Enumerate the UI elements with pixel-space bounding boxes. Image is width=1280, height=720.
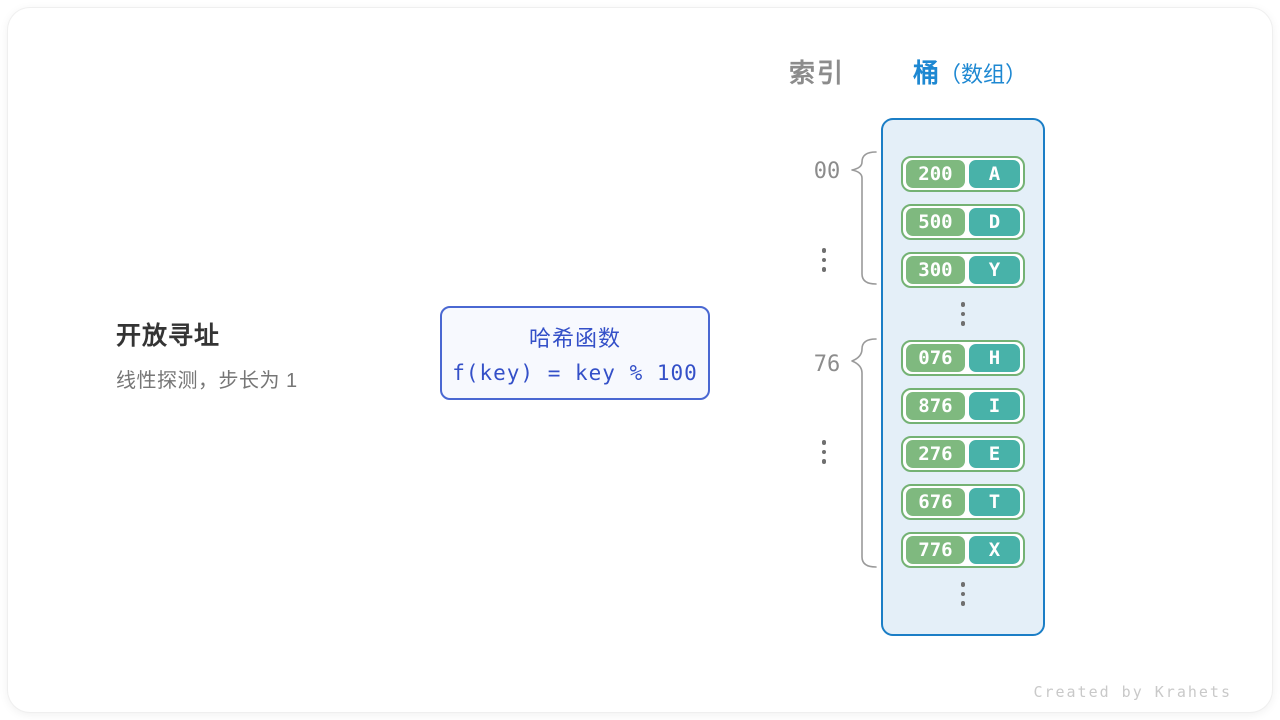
bucket-pair: 776 X xyxy=(901,532,1025,568)
bucket-pair: 876 I xyxy=(901,388,1025,424)
bucket-header-main: 桶 xyxy=(913,58,939,88)
watermark: Created by Krahets xyxy=(1033,683,1232,701)
bucket-array-container: 200 A 500 D 300 Y 076 H 876 I 276 E 676 … xyxy=(881,118,1045,636)
pair-key: 300 xyxy=(906,256,965,284)
bucket-pair: 676 T xyxy=(901,484,1025,520)
hash-function-box: 哈希函数 f(key) = key % 100 xyxy=(440,306,710,400)
bucket-pair: 200 A xyxy=(901,156,1025,192)
bucket-pair: 276 E xyxy=(901,436,1025,472)
bucket-ellipsis-2 xyxy=(961,580,966,608)
pair-key: 876 xyxy=(906,392,965,420)
bucket-ellipsis-1 xyxy=(961,300,966,328)
bucket-header-note: （数组） xyxy=(939,62,1027,87)
page-subtitle: 线性探测，步长为 1 xyxy=(116,364,298,393)
pair-value: X xyxy=(969,536,1020,564)
pair-key: 276 xyxy=(906,440,965,468)
pair-key: 500 xyxy=(906,208,965,236)
pair-key: 676 xyxy=(906,488,965,516)
pair-value: E xyxy=(969,440,1020,468)
pair-value: T xyxy=(969,488,1020,516)
index-label-76: 76 xyxy=(805,352,849,377)
pair-value: D xyxy=(969,208,1020,236)
pair-key: 076 xyxy=(906,344,965,372)
pair-value: H xyxy=(969,344,1020,372)
bucket-pair: 300 Y xyxy=(901,252,1025,288)
index-label-00: 00 xyxy=(805,159,849,184)
index-ellipsis-2 xyxy=(814,440,834,464)
index-ellipsis-1 xyxy=(814,248,834,272)
diagram-card: 开放寻址 线性探测，步长为 1 哈希函数 f(key) = key % 100 … xyxy=(8,8,1272,712)
page-title: 开放寻址 xyxy=(116,316,220,352)
pair-key: 200 xyxy=(906,160,965,188)
hash-function-title: 哈希函数 xyxy=(529,321,621,353)
bucket-column-header: 桶（数组） xyxy=(913,53,1027,90)
bucket-pair: 500 D xyxy=(901,204,1025,240)
pair-value: A xyxy=(969,160,1020,188)
pair-key: 776 xyxy=(906,536,965,564)
pair-value: I xyxy=(969,392,1020,420)
index-column-header: 索引 xyxy=(789,53,845,90)
pair-value: Y xyxy=(969,256,1020,284)
bucket-pair: 076 H xyxy=(901,340,1025,376)
brace-index-76 xyxy=(848,337,882,571)
hash-function-formula: f(key) = key % 100 xyxy=(452,361,698,385)
brace-index-00 xyxy=(848,150,882,288)
